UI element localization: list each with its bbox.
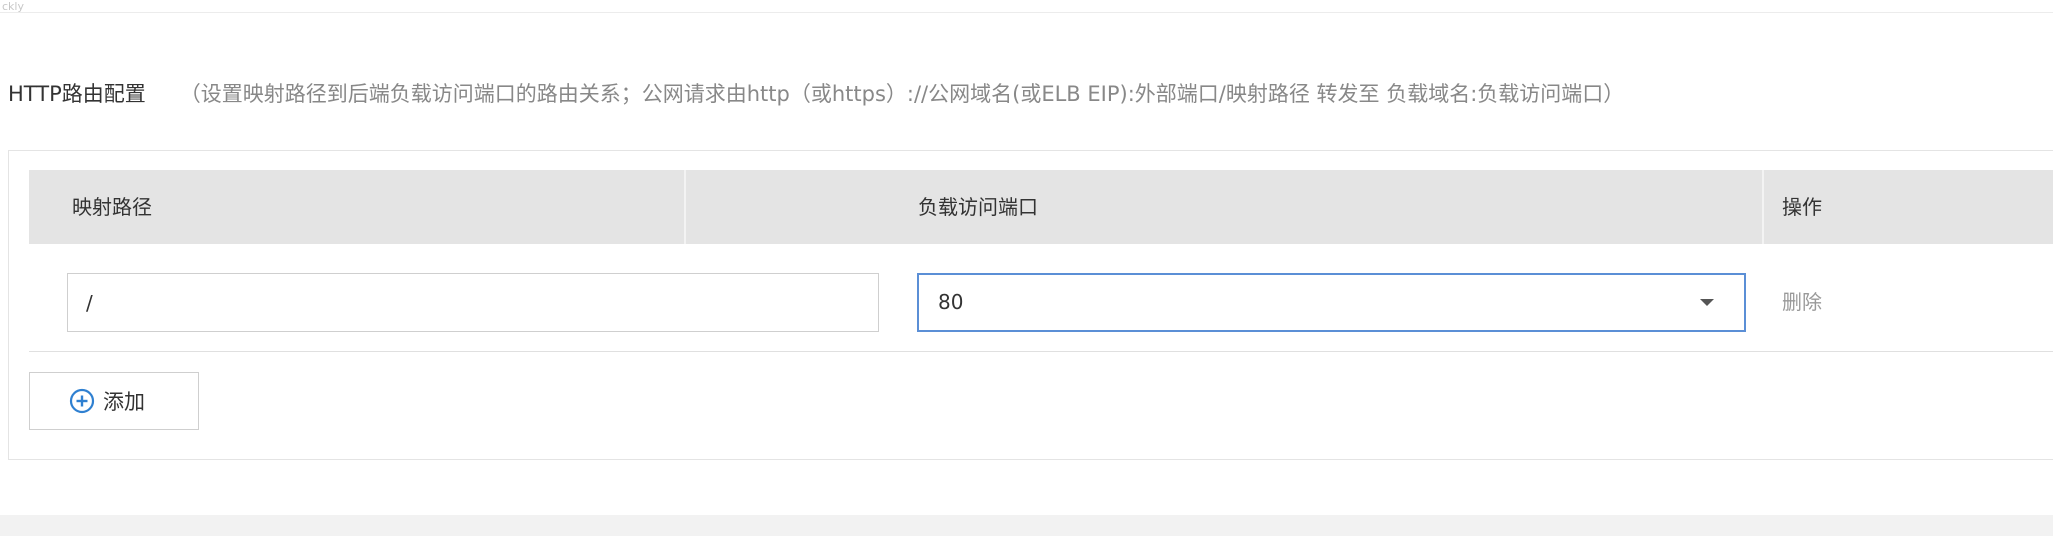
plus-circle-icon <box>69 388 95 414</box>
add-button-label: 添加 <box>103 390 145 414</box>
table-header: 映射路径 负载访问端口 操作 <box>29 170 2053 244</box>
port-select-value: 80 <box>938 290 964 314</box>
column-separator <box>684 170 686 244</box>
column-header-path: 映射路径 <box>72 195 152 219</box>
delete-link[interactable]: 删除 <box>1782 286 1822 315</box>
add-button[interactable]: 添加 <box>29 372 199 430</box>
routing-section-header: HTTP路由配置 （设置映射路径到后端负载访问端口的路由关系；公网请求由http… <box>8 78 1624 108</box>
column-header-port: 负载访问端口 <box>918 195 1038 219</box>
top-divider <box>0 12 2053 13</box>
column-separator <box>1762 170 1764 244</box>
caret-down-icon <box>1700 299 1714 306</box>
mapping-path-input[interactable] <box>67 273 879 332</box>
port-select[interactable]: 80 <box>917 273 1746 332</box>
row-divider <box>29 351 2053 352</box>
column-header-action: 操作 <box>1782 195 1822 219</box>
section-description: （设置映射路径到后端负载访问端口的路由关系；公网请求由http（或https）:… <box>179 82 1625 106</box>
page: ckly HTTP路由配置 （设置映射路径到后端负载访问端口的路由关系；公网请求… <box>0 0 2053 515</box>
section-title: HTTP路由配置 <box>8 82 146 106</box>
